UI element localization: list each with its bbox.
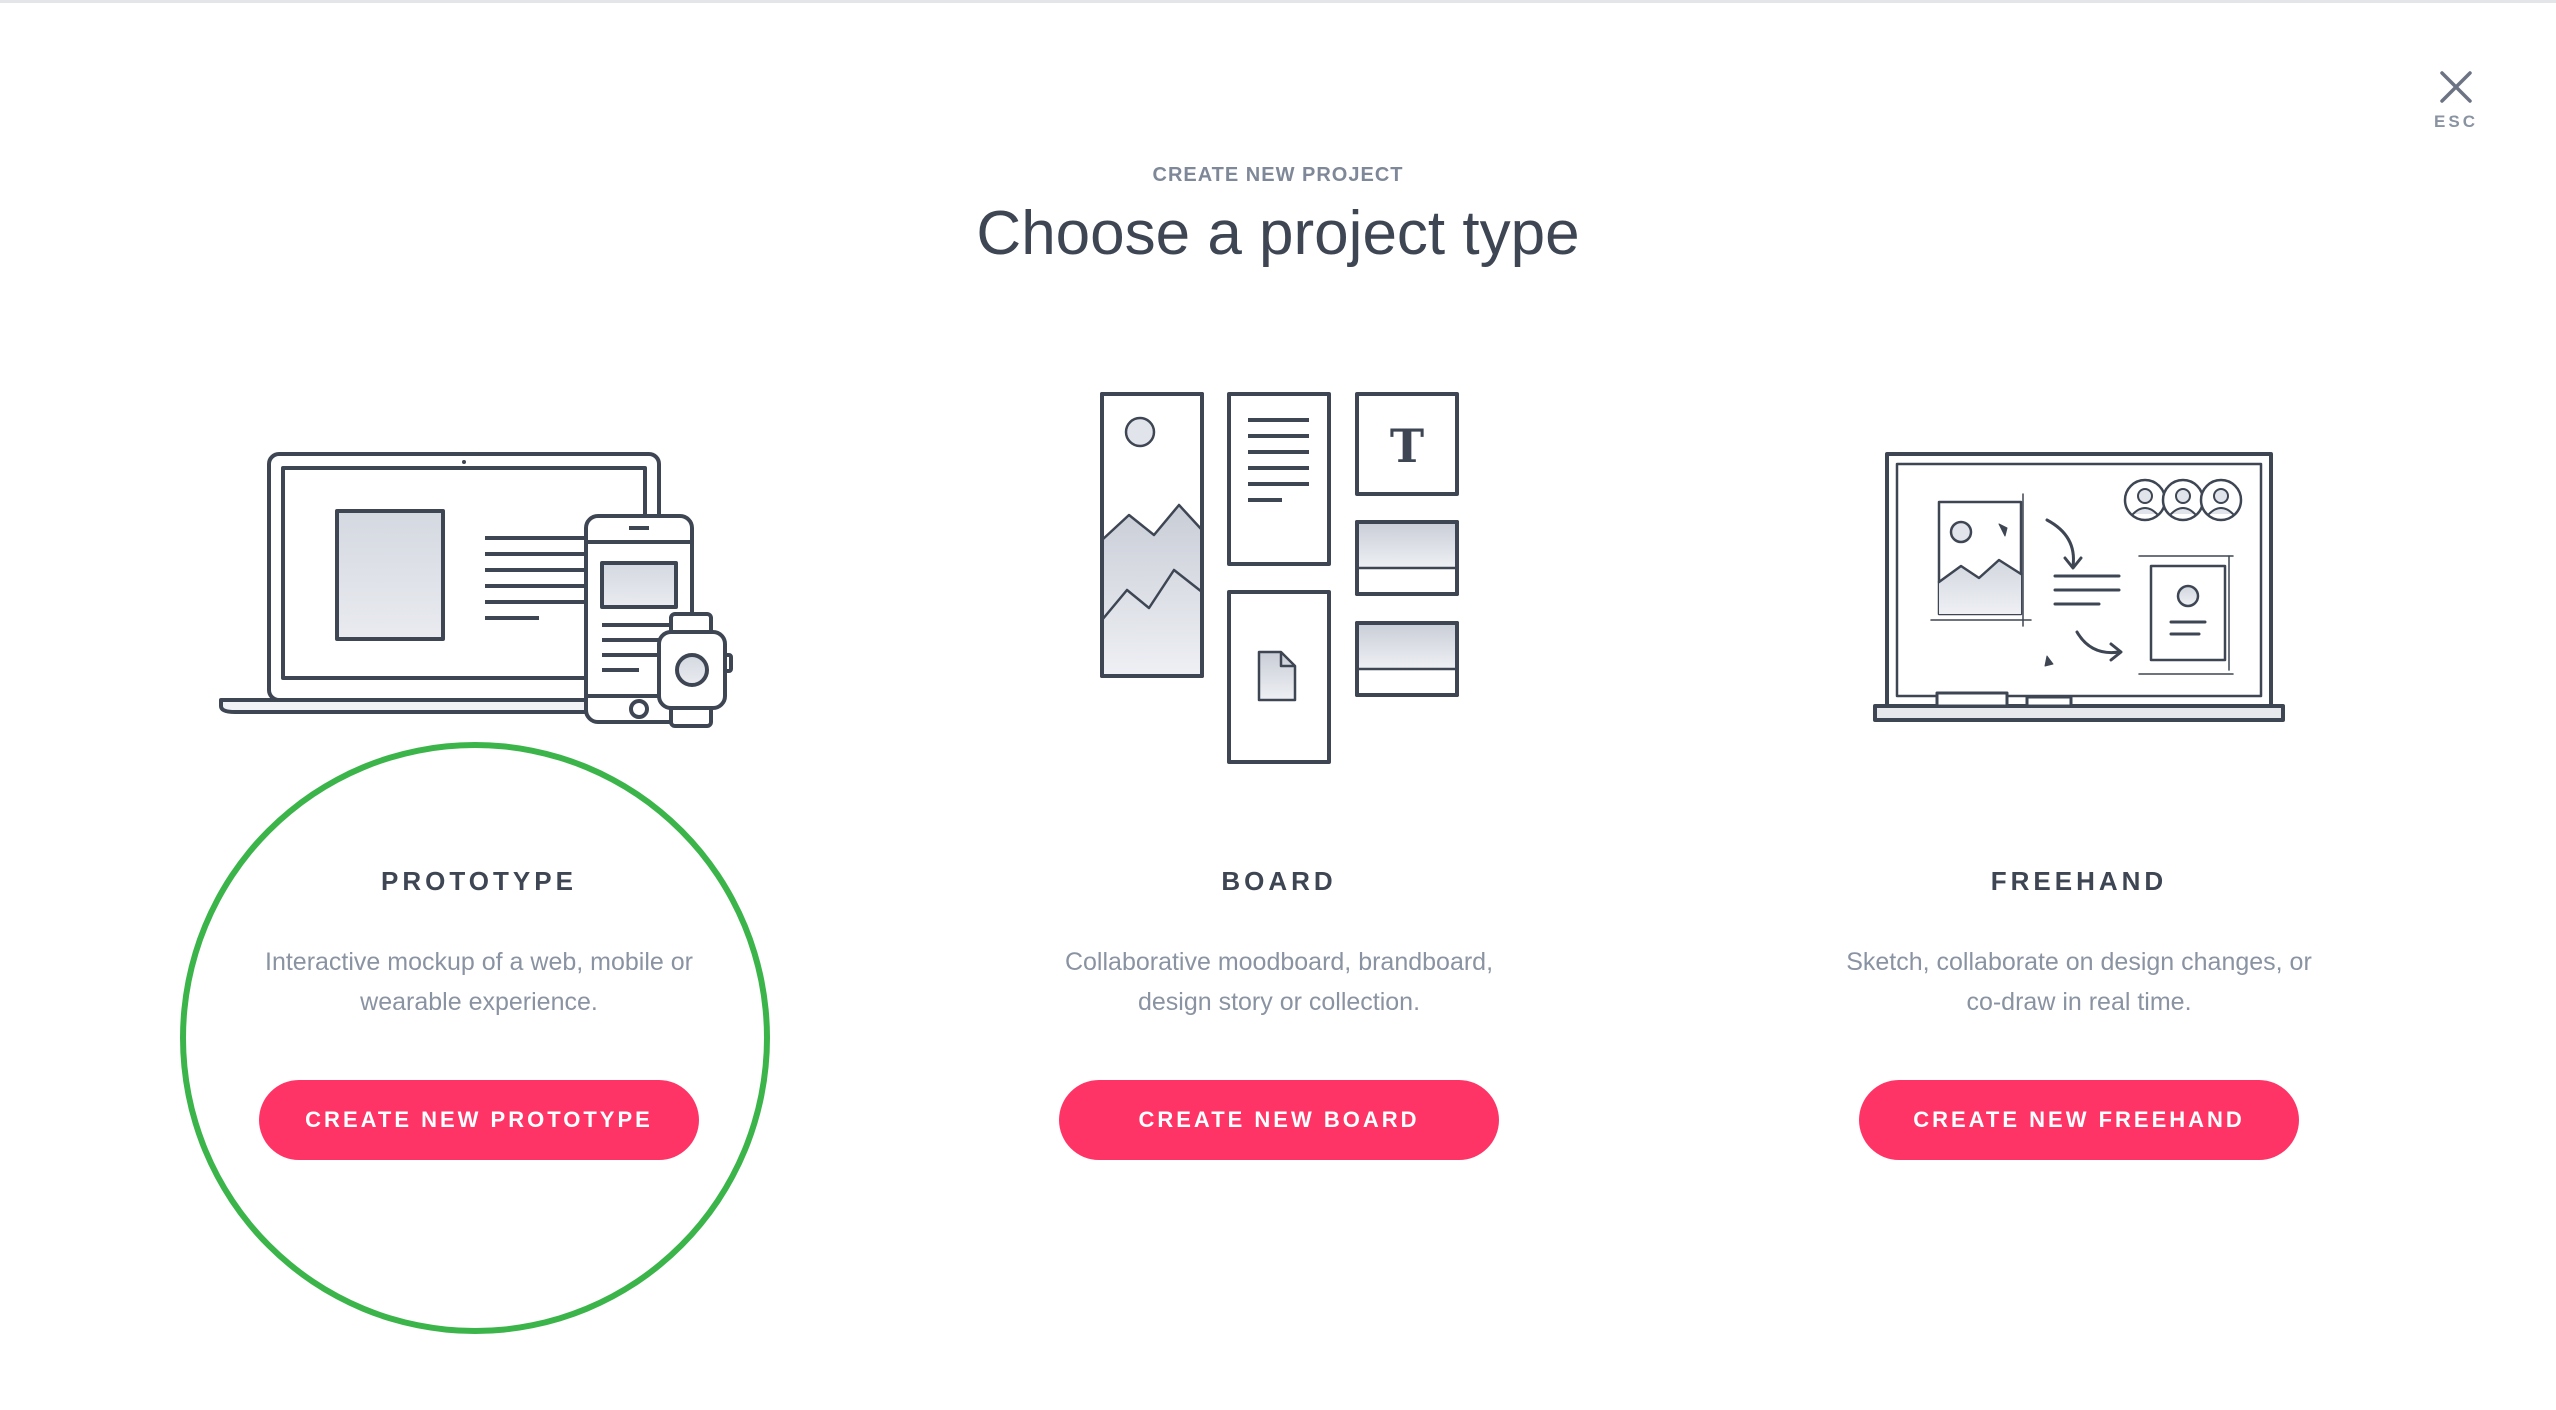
- create-board-button[interactable]: CREATE NEW BOARD: [1059, 1080, 1499, 1160]
- close-button[interactable]: ESC: [2416, 70, 2496, 150]
- devices-illustration: [99, 370, 859, 780]
- top-divider: [0, 0, 2556, 3]
- board-card: T BOARD Collaborative moodboard, brandbo…: [899, 370, 1659, 1170]
- prototype-card: PROTOTYPE Interactive mockup of a web, m…: [99, 370, 859, 1170]
- card-description: Sketch, collaborate on design changes, o…: [1846, 948, 2312, 1016]
- page-eyebrow: CREATE NEW PROJECT: [1152, 164, 1404, 186]
- close-label: ESC: [2434, 112, 2478, 131]
- close-icon: [2440, 71, 2472, 103]
- card-title: FREEHAND: [1990, 866, 2168, 896]
- card-description: Interactive mockup of a web, mobile or w…: [265, 948, 693, 1016]
- create-prototype-button[interactable]: CREATE NEW PROTOTYPE: [259, 1080, 699, 1160]
- card-title: BOARD: [1221, 866, 1337, 896]
- freehand-card: FREEHAND Sketch, collaborate on design c…: [1699, 370, 2459, 1170]
- create-project-modal: ESC CREATE NEW PROJECT Choose a project …: [0, 0, 2556, 1410]
- whiteboard-illustration: [1699, 370, 2459, 780]
- page-title: Choose a project type: [976, 199, 1580, 268]
- card-description: Collaborative moodboard, brandboard, des…: [1064, 948, 1494, 1016]
- moodboard-illustration: T: [899, 370, 1659, 780]
- create-freehand-button[interactable]: CREATE NEW FREEHAND: [1859, 1080, 2299, 1160]
- svg-text:T: T: [1390, 419, 1424, 473]
- card-title: PROTOTYPE: [381, 866, 577, 896]
